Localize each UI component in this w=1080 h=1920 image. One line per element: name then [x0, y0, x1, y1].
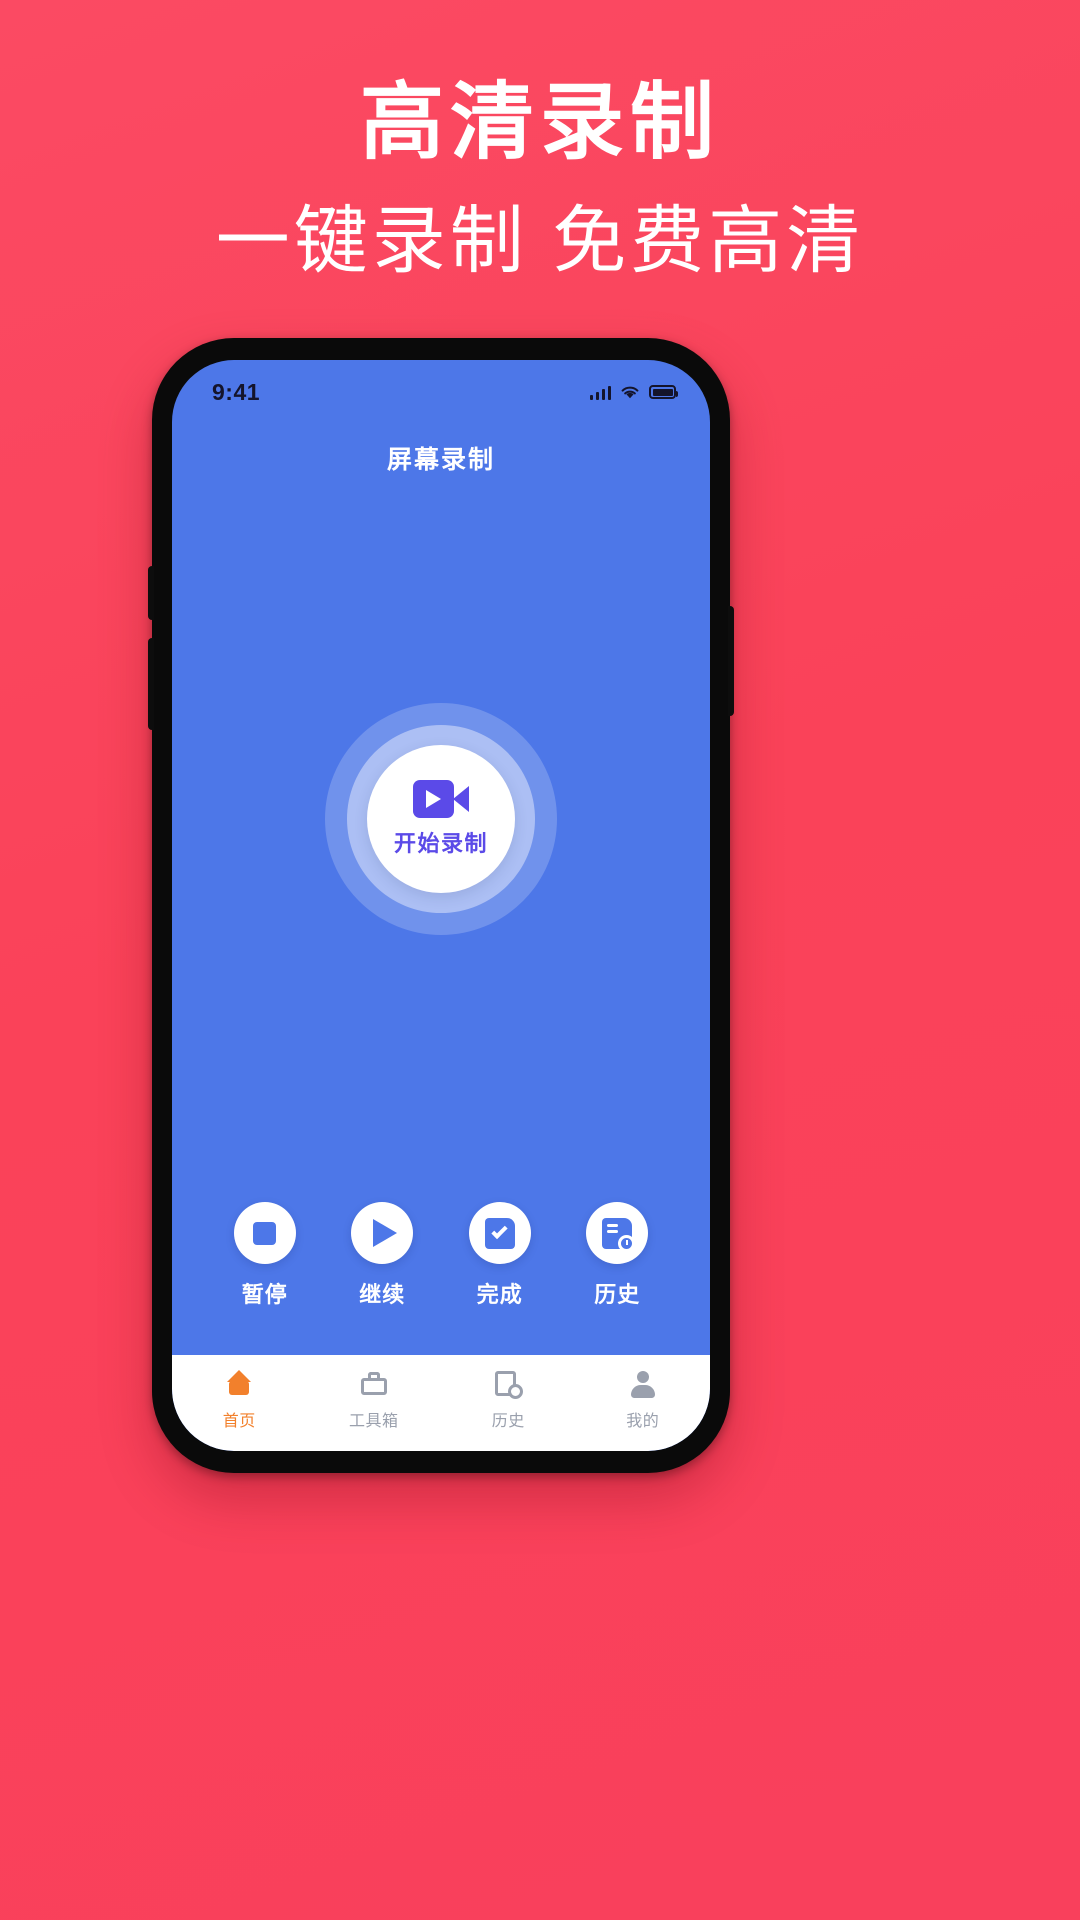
finish-button[interactable]: [468, 1202, 531, 1264]
resume-button[interactable]: [351, 1202, 414, 1264]
action-row: 暂停 继续 完成 历史: [172, 1202, 710, 1355]
user-icon: [627, 1368, 659, 1400]
action-history[interactable]: 历史: [570, 1202, 664, 1309]
action-label: 继续: [359, 1282, 406, 1307]
video-camera-icon: [413, 780, 469, 818]
page-subtitle: 一键录制 免费高清: [215, 199, 865, 283]
action-label: 暂停: [241, 1282, 288, 1307]
tab-label: 历史: [491, 1413, 525, 1430]
action-resume[interactable]: 继续: [335, 1202, 429, 1309]
play-icon: [373, 1219, 398, 1247]
tab-history[interactable]: 历史: [441, 1368, 576, 1431]
tab-label: 我的: [626, 1413, 660, 1430]
record-hero: 开始录制: [172, 476, 710, 1202]
tab-bar: 首页 工具箱 历史 我的: [172, 1355, 710, 1451]
wifi-icon: [621, 386, 639, 398]
cellular-signal-icon: [589, 385, 611, 400]
tab-label: 首页: [222, 1413, 256, 1430]
app-title: 屏幕录制: [386, 446, 495, 474]
pause-button[interactable]: [233, 1202, 296, 1264]
tab-profile[interactable]: 我的: [576, 1368, 711, 1431]
phone-mockup: 9:41 屏幕录制 开始录制 暂停 继续 完成 历史 首页 工具箱 历史 我的: [148, 338, 734, 1473]
action-label: 历史: [594, 1282, 641, 1307]
page-title: 高清录制: [359, 75, 720, 169]
start-record-label: 开始录制: [393, 831, 488, 856]
record-ring-outer: 开始录制: [325, 703, 557, 935]
action-finish[interactable]: 完成: [453, 1202, 547, 1309]
home-icon: [223, 1368, 255, 1400]
status-bar: 9:41: [172, 360, 710, 412]
phone-screen: 9:41 屏幕录制 开始录制 暂停 继续 完成 历史 首页 工具箱 历史 我的: [172, 360, 710, 1451]
record-ring-middle: 开始录制: [347, 725, 535, 913]
power-button[interactable]: [728, 606, 734, 716]
history-button[interactable]: [586, 1202, 649, 1264]
tab-label: 工具箱: [348, 1413, 399, 1430]
toolbox-icon: [358, 1368, 390, 1400]
history-icon: [492, 1368, 524, 1400]
document-clock-icon: [602, 1217, 636, 1252]
tab-toolbox[interactable]: 工具箱: [307, 1368, 442, 1431]
status-icons: [589, 385, 678, 400]
battery-icon: [649, 385, 678, 399]
status-time: 9:41: [212, 378, 261, 405]
document-check-icon: [484, 1217, 515, 1249]
action-label: 完成: [476, 1282, 523, 1307]
promo-banner: 高清录制 一键录制 免费高清: [0, 0, 1080, 280]
start-record-button[interactable]: 开始录制: [367, 745, 515, 893]
stop-icon: [253, 1221, 277, 1245]
tab-home[interactable]: 首页: [172, 1368, 307, 1431]
action-pause[interactable]: 暂停: [218, 1202, 312, 1309]
